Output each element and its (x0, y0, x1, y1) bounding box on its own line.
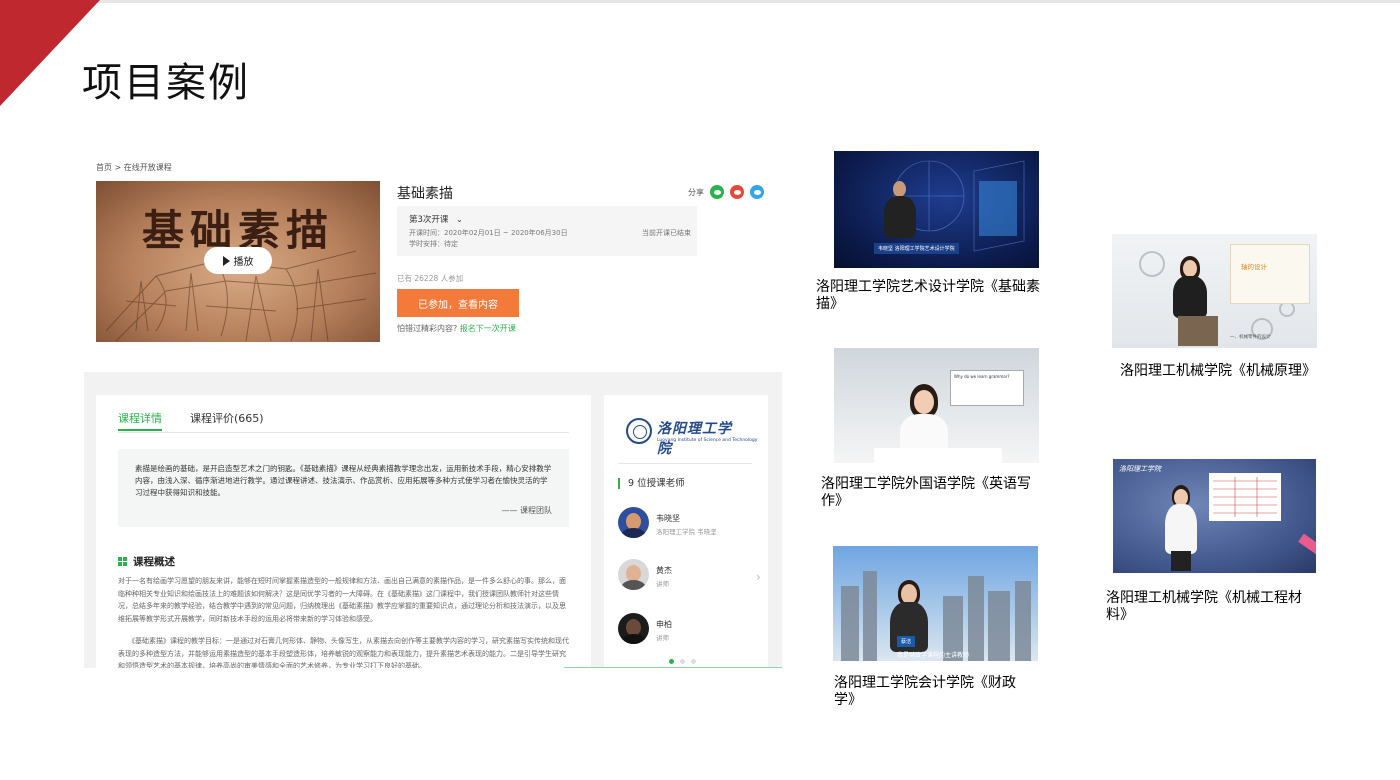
presenter-figure (1170, 256, 1210, 318)
carousel-dots[interactable] (669, 659, 696, 664)
tab-divider (118, 432, 569, 433)
caption-line: 描》 (816, 296, 844, 312)
session-selector-label: 第3次开课 (409, 215, 449, 225)
lower-third: 韦晓坚 洛阳理工学院艺术设计学院 (874, 243, 959, 254)
video-thumbnail-mechanics[interactable]: 轴的设计 一、机械零件的设计 (1112, 234, 1317, 348)
school-name-en: Luoyang Institute of Science and Technol… (657, 438, 758, 443)
school-emblem-icon (626, 418, 652, 444)
lectern (1178, 316, 1218, 346)
avatar (618, 613, 649, 644)
presenter-figure (896, 384, 952, 458)
caption-line: 料》 (1106, 607, 1134, 623)
qq-icon[interactable] (750, 185, 764, 199)
school-logo: 洛阳理工学院 Luoyang Institute of Science and … (626, 414, 757, 457)
video-thumbnail-english[interactable]: Why do we learn grammar? (834, 348, 1039, 463)
thumbnail-caption-materials: 洛阳理工机械学院《机械工程材 料》 (1106, 590, 1346, 624)
overview-heading: 课程概述 (118, 554, 175, 569)
session-schedule: 学时安排：待定 (409, 240, 458, 248)
breadcrumb[interactable]: 首页 > 在线开放课程 (96, 162, 172, 173)
thumbnail-caption-mechanics: 洛阳理工机械学院《机械原理》 (1120, 363, 1316, 379)
teacher-name: 黄杰 (656, 566, 672, 575)
course-quote: 素描是绘画的基础，是开启造型艺术之门的钥匙。《基础素描》课程从经典素描教学理念出… (118, 449, 569, 527)
slide-title: 项目案例 (82, 60, 250, 106)
presenter-figure (1161, 485, 1201, 571)
teacher-name: 韦晓坚 (656, 514, 680, 523)
teacher-item[interactable]: 韦晓坚 洛阳理工学院 韦晓坚 (618, 507, 758, 541)
slide-board: Why do we learn grammar? (950, 370, 1024, 406)
session-meta: 开课时间：2020年02月01日 ~ 2020年06月30日 学时安排：待定 (409, 228, 568, 250)
sidebar-divider (618, 463, 752, 464)
next-session-prefix: 怕错过精彩内容? (397, 324, 458, 333)
share-bar: 分享 (688, 185, 764, 199)
teacher-title: 讲师 (656, 580, 669, 588)
caption-line: 作》 (821, 493, 849, 509)
play-icon (222, 255, 230, 266)
name-tag: 韦晓坚 (878, 246, 894, 252)
caption-line: 学》 (834, 692, 862, 708)
session-info: 第3次开课 ⌄ 开课时间：2020年02月01日 ~ 2020年06月30日 学… (397, 206, 697, 256)
board-title: 轴的设计 (1241, 263, 1267, 271)
teachers-heading: 9 位授课老师 (618, 478, 685, 489)
chevron-right-icon[interactable]: › (756, 570, 761, 584)
table-lines (1213, 477, 1277, 517)
thumbnail-caption-finance: 洛阳理工学院会计学院《财政 学》 (834, 675, 1074, 709)
course-detail-card: 课程详情 课程评价(665) 素描是绘画的基础，是开启造型艺术之门的钥匙。《基础… (96, 395, 591, 668)
overview-paragraph: 对于一名有绘画学习愿望的朋友来讲，能够在短时间掌握素描造型的一般规律和方法、画出… (118, 577, 566, 623)
avatar (618, 559, 649, 590)
decorative-shape (1298, 533, 1316, 555)
school-logo-text: 洛阳理工学院 (1119, 465, 1161, 473)
session-status: 当前开课已结束 (642, 229, 691, 237)
session-selector[interactable]: 第3次开课 ⌄ (409, 213, 463, 225)
view-content-button[interactable]: 已参加，查看内容 (397, 289, 519, 317)
wechat-icon[interactable] (710, 185, 724, 199)
course-page-screenshot: 首页 > 在线开放课程 基础素描 播放 基础素描 分享 第3次开课 ⌄ 开课时间… (84, 150, 782, 668)
presenter-figure (880, 181, 920, 241)
video-thumbnail-finance[interactable]: 蔡洁 我是财政学课程的主讲教师 (833, 546, 1038, 661)
course-hero-image: 基础素描 播放 (96, 181, 380, 342)
top-rule (0, 0, 1400, 3)
slide-table (1209, 473, 1281, 521)
thumbnail-caption-art: 洛阳理工学院艺术设计学院《基础素 描》 (816, 279, 1066, 313)
lower-third-text: 洛阳理工学院艺术设计学院 (894, 246, 955, 252)
chevron-down-icon: ⌄ (456, 215, 463, 224)
play-button[interactable]: 播放 (204, 247, 272, 274)
caption-line: 洛阳理工机械学院《机械工程材 (1106, 590, 1302, 606)
name-tag: 蔡洁 (897, 636, 916, 647)
quote-sign: —— 课程团队 (501, 506, 552, 515)
next-session-link[interactable]: 报名下一次开课 (460, 324, 516, 333)
avatar (618, 507, 649, 538)
video-subtitle: 我是财政学课程的主讲教师 (897, 652, 970, 659)
tab-course-reviews[interactable]: 课程评价(665) (190, 410, 264, 426)
video-thumbnail-art[interactable]: 韦晓坚 洛阳理工学院艺术设计学院 (834, 151, 1039, 268)
share-label: 分享 (688, 187, 704, 197)
slide-board: 轴的设计 (1230, 244, 1310, 304)
desk (874, 448, 1002, 463)
overview-heading-text: 课程概述 (133, 556, 175, 568)
session-time: 开课时间：2020年02月01日 ~ 2020年06月30日 (409, 229, 568, 237)
joined-count: 已有 26228 人参加 (397, 274, 464, 283)
next-session-hint: 怕错过精彩内容? 报名下一次开课 (397, 323, 516, 334)
city-skyline (841, 571, 1031, 661)
overview-paragraph: 《基础素描》课程的教学目标：一是通过对石膏几何形体、静物、头像写生，从素描去向创… (118, 637, 569, 668)
quote-text: 素描是绘画的基础，是开启造型艺术之门的钥匙。《基础素描》课程从经典素描教学理念出… (135, 464, 552, 497)
teacher-title: 讲师 (656, 634, 669, 642)
caption-line: 洛阳理工学院会计学院《财政 (834, 675, 1016, 691)
caption-line: 洛阳理工学院艺术设计学院《基础素 (816, 279, 1040, 295)
teacher-sidebar: 洛阳理工学院 Luoyang Institute of Science and … (604, 395, 768, 668)
slide-board-text: Why do we learn grammar? (954, 374, 1010, 379)
board-subtitle: 一、机械零件的设计 (1230, 335, 1271, 340)
course-name: 基础素描 (397, 186, 453, 202)
thumbnail-caption-english: 洛阳理工学院外国语学院《英语写 作》 (821, 476, 1061, 510)
bottom-accent-line (564, 667, 782, 668)
teacher-item[interactable]: 黄杰 讲师 (618, 559, 758, 593)
tab-course-detail[interactable]: 课程详情 (118, 410, 162, 431)
play-label: 播放 (233, 257, 254, 268)
grid-icon (118, 557, 127, 566)
teacher-name: 申柏 (656, 620, 672, 629)
teacher-item[interactable]: 申柏 讲师 (618, 613, 758, 647)
caption-line: 洛阳理工学院外国语学院《英语写 (821, 476, 1031, 492)
weibo-icon[interactable] (730, 185, 744, 199)
teacher-title: 洛阳理工学院 韦晓坚 (656, 528, 717, 536)
video-thumbnail-materials[interactable]: 洛阳理工学院 (1113, 459, 1316, 573)
